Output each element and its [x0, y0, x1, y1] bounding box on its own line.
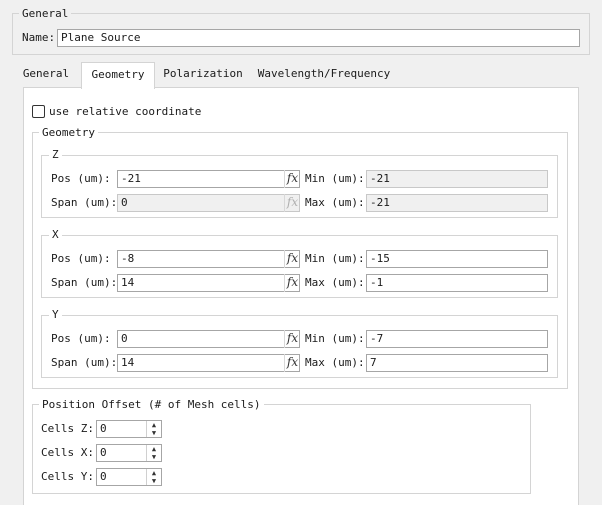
- y-min-label: Min (um):: [305, 332, 365, 345]
- y-min-input[interactable]: -7: [366, 330, 548, 348]
- x-max-label: Max (um):: [305, 276, 365, 289]
- cells-y-spinbox[interactable]: 0 ▲ ▼: [96, 468, 162, 486]
- relative-coordinate-label[interactable]: use relative coordinate: [49, 105, 201, 119]
- cells-x-stepper-icon[interactable]: ▲ ▼: [146, 445, 161, 461]
- cells-x-value: 0: [100, 446, 107, 459]
- z-pos-fx-icon[interactable]: fx: [284, 170, 300, 188]
- y-max-label: Max (um):: [305, 356, 365, 369]
- x-pos-label: Pos (um):: [51, 252, 111, 265]
- position-offset-title: Position Offset (# of Mesh cells): [39, 398, 264, 411]
- x-pos-fx-icon[interactable]: fx: [284, 250, 300, 268]
- general-group-title: General: [19, 7, 72, 20]
- name-input[interactable]: Plane Source: [57, 29, 580, 47]
- cells-z-value: 0: [100, 422, 107, 435]
- y-max-input[interactable]: 7: [366, 354, 548, 372]
- z-group-title: Z: [49, 148, 62, 161]
- y-pos-input[interactable]: 0: [117, 330, 300, 348]
- cells-z-spinbox[interactable]: 0 ▲ ▼: [96, 420, 162, 438]
- y-span-fx-icon[interactable]: fx: [284, 354, 300, 372]
- x-span-input[interactable]: 14: [117, 274, 300, 292]
- z-span-fx-icon: fx: [284, 194, 300, 212]
- z-min-input: -21: [366, 170, 548, 188]
- z-max-label: Max (um):: [305, 196, 365, 209]
- z-pos-label: Pos (um):: [51, 172, 111, 185]
- x-min-input[interactable]: -15: [366, 250, 548, 268]
- tab-wavelength-frequency[interactable]: Wavelength/Frequency: [254, 64, 394, 86]
- y-group-title: Y: [49, 308, 62, 321]
- tab-general[interactable]: General: [16, 64, 76, 86]
- y-pos-label: Pos (um):: [51, 332, 111, 345]
- name-label: Name:: [22, 31, 56, 44]
- cells-z-label: Cells Z:: [41, 422, 94, 435]
- z-max-input: -21: [366, 194, 548, 212]
- cells-x-spinbox[interactable]: 0 ▲ ▼: [96, 444, 162, 462]
- x-pos-input[interactable]: -8: [117, 250, 300, 268]
- relative-coordinate-checkbox[interactable]: [32, 105, 45, 118]
- cells-y-value: 0: [100, 470, 107, 483]
- y-pos-fx-icon[interactable]: fx: [284, 330, 300, 348]
- x-max-input[interactable]: -1: [366, 274, 548, 292]
- tab-polarization[interactable]: Polarization: [160, 64, 246, 86]
- z-span-input: 0: [117, 194, 300, 212]
- y-span-input[interactable]: 14: [117, 354, 300, 372]
- cells-y-label: Cells Y:: [41, 470, 94, 483]
- y-span-label: Span (um):: [51, 356, 118, 369]
- geometry-group-title: Geometry: [39, 126, 98, 139]
- z-min-label: Min (um):: [305, 172, 365, 185]
- tab-geometry[interactable]: Geometry: [81, 62, 155, 89]
- cells-x-label: Cells X:: [41, 446, 94, 459]
- z-span-label: Span (um):: [51, 196, 118, 209]
- z-pos-input[interactable]: -21: [117, 170, 300, 188]
- x-group-title: X: [49, 228, 62, 241]
- x-span-fx-icon[interactable]: fx: [284, 274, 300, 292]
- cells-y-stepper-icon[interactable]: ▲ ▼: [146, 469, 161, 485]
- x-span-label: Span (um):: [51, 276, 118, 289]
- cells-z-stepper-icon[interactable]: ▲ ▼: [146, 421, 161, 437]
- x-min-label: Min (um):: [305, 252, 365, 265]
